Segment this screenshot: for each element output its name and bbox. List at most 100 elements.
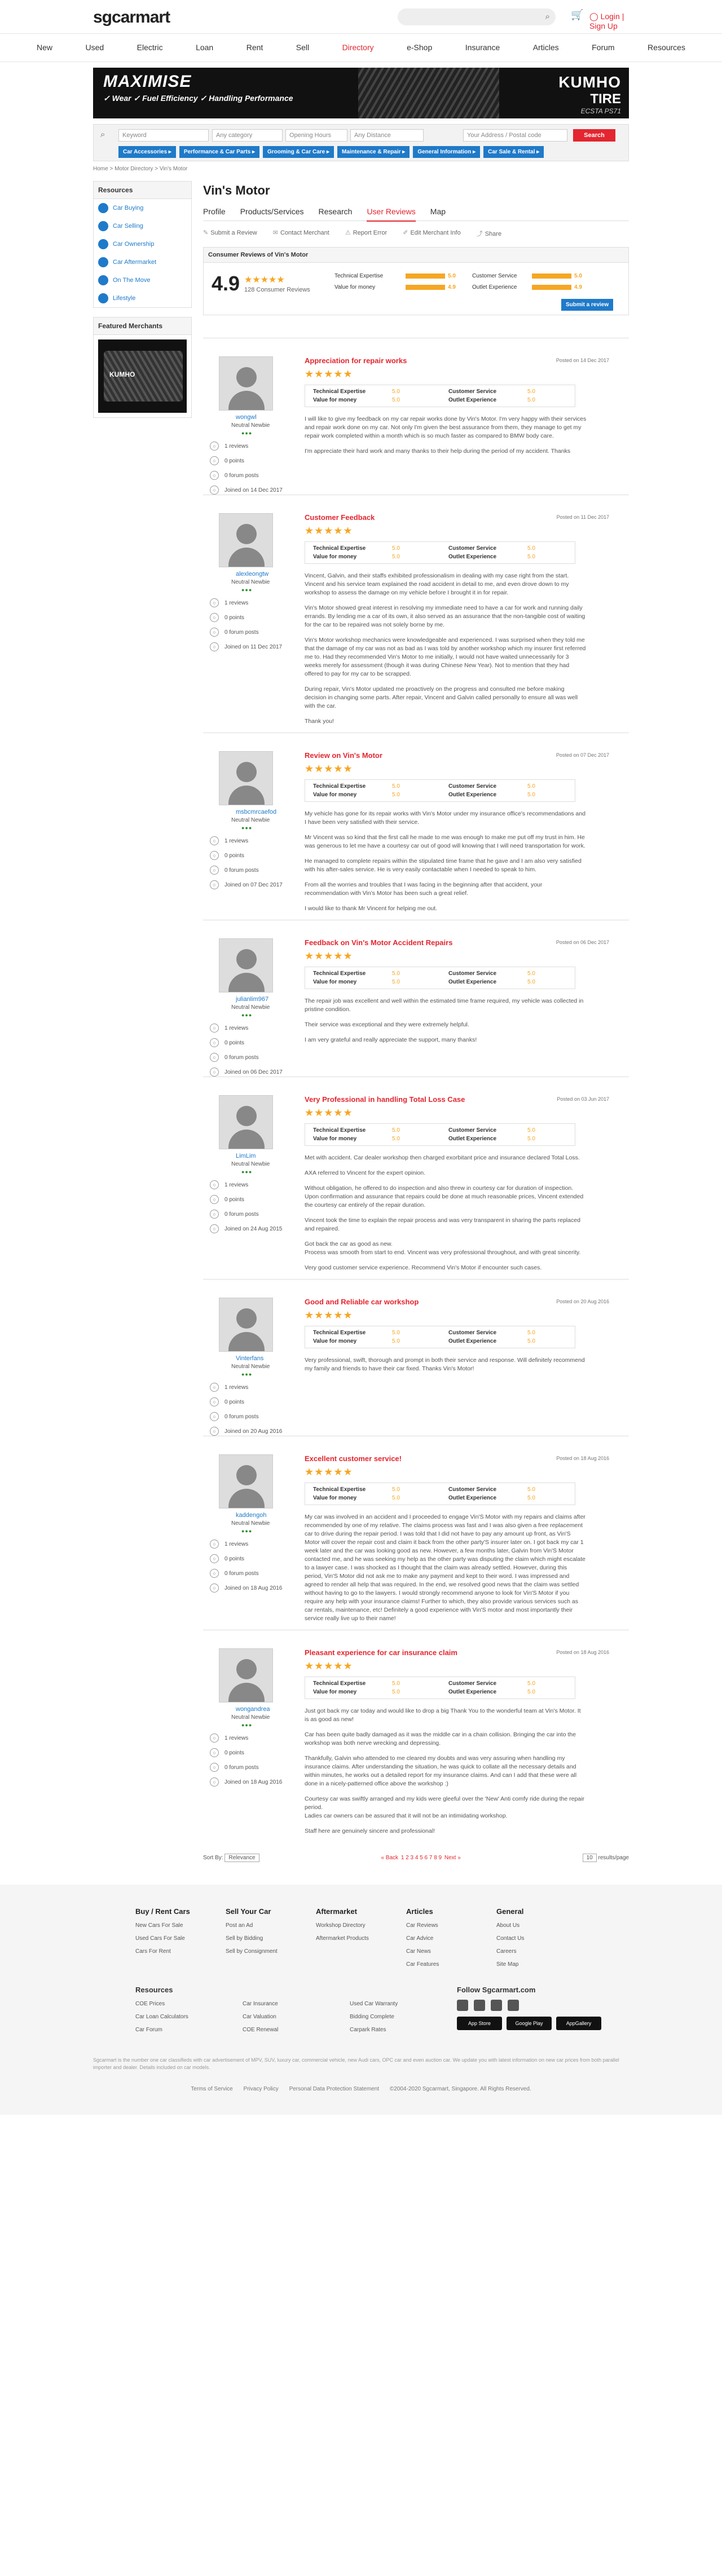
footer-link[interactable]: Used Car Warranty <box>350 2001 457 2007</box>
nav-rent[interactable]: Rent <box>246 43 263 52</box>
footer-link[interactable]: Aftermarket Products <box>316 1935 406 1942</box>
sort-select[interactable]: Relevance <box>224 1854 259 1862</box>
footer-link[interactable]: Car Loan Calculators <box>135 2014 243 2020</box>
app-store-badge[interactable]: App Store <box>457 2017 502 2030</box>
cat-general-info[interactable]: General Information ▸ <box>413 146 481 158</box>
avatar[interactable] <box>219 513 273 567</box>
footer-link[interactable]: Car Insurance <box>243 2001 350 2007</box>
footer-link[interactable]: Sell by Bidding <box>226 1935 316 1942</box>
avatar[interactable] <box>219 356 273 411</box>
nav-loan[interactable]: Loan <box>196 43 213 52</box>
cat-performance[interactable]: Performance & Car Parts ▸ <box>179 146 259 158</box>
pdp-link[interactable]: Personal Data Protection Statement <box>289 2086 380 2092</box>
footer-link[interactable]: Car Features <box>406 1961 496 1968</box>
submit-review-action[interactable]: ✎ Submit a Review <box>203 229 257 238</box>
footer-link[interactable]: Car Forum <box>135 2027 243 2033</box>
cat-car-accessories[interactable]: Car Accessories ▸ <box>118 146 176 158</box>
footer-link[interactable]: Workshop Directory <box>316 1922 406 1929</box>
footer-link[interactable]: Carpark Rates <box>350 2027 457 2033</box>
res-on-the-move[interactable]: On The Move <box>94 271 191 289</box>
privacy-link[interactable]: Privacy Policy <box>244 2086 279 2092</box>
footer-link[interactable]: Contact Us <box>496 1935 587 1942</box>
share-action[interactable]: ⤴ Share <box>477 229 501 238</box>
footer-link[interactable]: Car Valuation <box>243 2014 350 2020</box>
footer-link[interactable]: Careers <box>496 1948 587 1955</box>
terms-link[interactable]: Terms of Service <box>191 2086 232 2092</box>
reviewer-name[interactable]: LimLim <box>236 1153 305 1159</box>
footer-link[interactable]: Car Advice <box>406 1935 496 1942</box>
tab-map[interactable]: Map <box>430 207 446 216</box>
footer-link[interactable]: About Us <box>496 1922 587 1929</box>
reviewer-name[interactable]: Vinterfans <box>236 1355 305 1362</box>
avatar[interactable] <box>219 1095 273 1149</box>
res-lifestyle[interactable]: Lifestyle <box>94 289 191 307</box>
edit-merchant-action[interactable]: ✐ Edit Merchant Info <box>403 229 461 238</box>
res-car-ownership[interactable]: Car Ownership <box>94 235 191 253</box>
footer-link[interactable]: Used Cars For Sale <box>135 1935 226 1942</box>
cat-grooming[interactable]: Grooming & Car Care ▸ <box>263 146 334 158</box>
reviewer-name[interactable]: msbcmrcaefod <box>236 809 305 815</box>
category-select[interactable]: Any category <box>212 129 283 142</box>
cart-icon[interactable]: 🛒 <box>571 9 583 21</box>
res-car-selling[interactable]: Car Selling <box>94 217 191 235</box>
breadcrumb[interactable]: Home > Motor Directory > Vin's Motor <box>93 166 629 172</box>
footer-link[interactable]: Cars For Rent <box>135 1948 226 1955</box>
login-link[interactable]: Login <box>601 12 620 21</box>
contact-merchant-action[interactable]: ✉ Contact Merchant <box>273 229 329 238</box>
avatar[interactable] <box>219 1648 273 1702</box>
reviewer-name[interactable]: wongwl <box>236 414 305 421</box>
featured-merchant-banner[interactable]: KUMHO <box>98 339 187 413</box>
nav-used[interactable]: Used <box>86 43 104 52</box>
cat-maintenance[interactable]: Maintenance & Repair ▸ <box>337 146 410 158</box>
nav-resources[interactable]: Resources <box>648 43 685 52</box>
footer-link[interactable]: COE Renewal <box>243 2027 350 2033</box>
postal-input[interactable]: Your Address / Postal code <box>463 129 567 142</box>
next-link[interactable]: Next » <box>444 1855 461 1861</box>
tab-user-reviews[interactable]: User Reviews <box>367 207 416 222</box>
footer-link[interactable]: New Cars For Sale <box>135 1922 226 1929</box>
search-button[interactable]: Search <box>573 129 615 142</box>
distance-select[interactable]: Any Distance <box>350 129 424 142</box>
reviewer-name[interactable]: alexleongtw <box>236 571 305 577</box>
avatar[interactable] <box>219 751 273 805</box>
nav-electric[interactable]: Electric <box>137 43 163 52</box>
res-car-aftermarket[interactable]: Car Aftermarket <box>94 253 191 271</box>
nav-directory[interactable]: Directory <box>342 43 374 52</box>
submit-review-button[interactable]: Submit a review <box>561 299 614 311</box>
cat-car-sale-rental[interactable]: Car Sale & Rental ▸ <box>483 146 544 158</box>
reviewer-name[interactable]: julianlim967 <box>236 996 305 1003</box>
res-car-buying[interactable]: Car Buying <box>94 199 191 217</box>
search-icon[interactable]: ⌕ <box>545 12 550 21</box>
tab-profile[interactable]: Profile <box>203 207 226 216</box>
ad-banner[interactable]: MAXIMISE ✓ Wear ✓ Fuel Efficiency ✓ Hand… <box>93 68 629 118</box>
instagram-icon[interactable] <box>474 2000 485 2011</box>
keyword-input[interactable]: Keyword <box>118 129 209 142</box>
reviewer-name[interactable]: wongandrea <box>236 1706 305 1713</box>
report-error-action[interactable]: ⚠ Report Error <box>345 229 387 238</box>
footer-link[interactable]: Sell by Consignment <box>226 1948 316 1955</box>
app-gallery-badge[interactable]: AppGallery <box>556 2017 601 2030</box>
site-logo[interactable]: sgcarmart <box>93 8 170 27</box>
youtube-icon[interactable] <box>491 2000 502 2011</box>
per-page-select[interactable]: 10 <box>582 1854 597 1862</box>
footer-link[interactable]: Car Reviews <box>406 1922 496 1929</box>
telegram-icon[interactable] <box>508 2000 519 2011</box>
nav-eshop[interactable]: e-Shop <box>407 43 432 52</box>
footer-link[interactable]: Site Map <box>496 1961 587 1968</box>
facebook-icon[interactable] <box>457 2000 468 2011</box>
footer-link[interactable]: Post an Ad <box>226 1922 316 1929</box>
tab-products[interactable]: Products/Services <box>240 207 304 216</box>
google-play-badge[interactable]: Google Play <box>507 2017 552 2030</box>
footer-link[interactable]: COE Prices <box>135 2001 243 2007</box>
avatar[interactable] <box>219 938 273 993</box>
avatar[interactable] <box>219 1298 273 1352</box>
nav-forum[interactable]: Forum <box>592 43 614 52</box>
tab-research[interactable]: Research <box>319 207 353 216</box>
reviewer-name[interactable]: kaddengoh <box>236 1512 305 1519</box>
site-search-input[interactable]: ⌕ <box>398 8 556 25</box>
footer-link[interactable]: Car News <box>406 1948 496 1955</box>
signup-link[interactable]: Sign Up <box>589 21 618 30</box>
login-signup[interactable]: ◯ Login | Sign Up <box>589 12 629 30</box>
avatar[interactable] <box>219 1454 273 1508</box>
opening-hours-select[interactable]: Opening Hours <box>285 129 347 142</box>
